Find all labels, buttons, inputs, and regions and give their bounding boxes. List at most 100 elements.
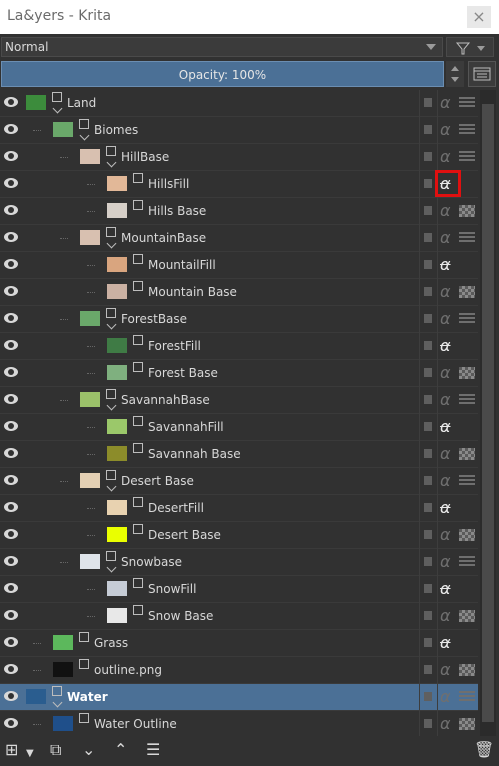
alpha-icon[interactable]: α	[440, 201, 451, 220]
opacity-slider[interactable]: Opacity: 100%	[1, 61, 444, 87]
lock-icon[interactable]	[424, 341, 432, 350]
lock-icon[interactable]	[424, 692, 432, 701]
lock-icon[interactable]	[424, 98, 432, 107]
inherit-alpha-icon[interactable]	[459, 556, 475, 568]
lock-icon[interactable]	[424, 260, 432, 269]
options-button[interactable]	[468, 61, 496, 87]
eye-icon[interactable]	[4, 340, 18, 350]
chevron-down-icon[interactable]	[79, 130, 90, 141]
layer-row[interactable]: ForestFill α	[0, 333, 478, 360]
inherit-alpha-icon[interactable]	[459, 178, 475, 190]
layer-row[interactable]: Grass α	[0, 630, 478, 657]
close-button[interactable]: ×	[467, 6, 491, 28]
trash-icon[interactable]: 🗑	[474, 741, 494, 759]
layer-row[interactable]: MountailFill α	[0, 252, 478, 279]
chevron-down-icon[interactable]: ▼	[26, 745, 34, 763]
inherit-alpha-icon[interactable]	[459, 151, 475, 163]
inherit-alpha-icon[interactable]	[459, 583, 475, 595]
layer-row[interactable]: Snow Base α	[0, 603, 478, 630]
alpha-icon[interactable]: α	[440, 255, 451, 274]
layer-row[interactable]: Water α	[0, 684, 478, 711]
scrollbar[interactable]	[480, 90, 496, 736]
eye-icon[interactable]	[4, 421, 18, 431]
duplicate-icon[interactable]: ⧉	[50, 741, 61, 759]
eye-icon[interactable]	[4, 124, 18, 134]
move-down-icon[interactable]: ⌄	[82, 741, 95, 759]
lock-icon[interactable]	[424, 665, 432, 674]
eye-icon[interactable]	[4, 367, 18, 377]
alpha-icon[interactable]: α	[440, 336, 451, 355]
inherit-alpha-icon[interactable]	[459, 664, 475, 676]
lock-icon[interactable]	[424, 206, 432, 215]
chevron-down-icon[interactable]	[52, 103, 63, 114]
lock-icon[interactable]	[424, 422, 432, 431]
properties-icon[interactable]: ☰	[146, 741, 160, 759]
inherit-alpha-icon[interactable]	[459, 394, 475, 406]
layer-row[interactable]: SavannahBase α	[0, 387, 478, 414]
inherit-alpha-icon[interactable]	[459, 367, 475, 379]
alpha-icon[interactable]: α	[440, 363, 451, 382]
lock-icon[interactable]	[424, 287, 432, 296]
chevron-down-icon[interactable]	[106, 157, 117, 168]
lock-icon[interactable]	[424, 152, 432, 161]
chevron-down-icon[interactable]	[106, 562, 117, 573]
layer-row[interactable]: Savannah Base α	[0, 441, 478, 468]
eye-icon[interactable]	[4, 502, 18, 512]
lock-icon[interactable]	[424, 584, 432, 593]
alpha-icon[interactable]: α	[440, 633, 451, 652]
lock-icon[interactable]	[424, 179, 432, 188]
inherit-alpha-icon[interactable]	[459, 340, 475, 352]
lock-icon[interactable]	[424, 368, 432, 377]
eye-icon[interactable]	[4, 718, 18, 728]
opacity-spinner[interactable]	[446, 61, 464, 87]
layer-row[interactable]: Water Outline α	[0, 711, 478, 736]
eye-icon[interactable]	[4, 610, 18, 620]
inherit-alpha-icon[interactable]	[459, 313, 475, 325]
lock-icon[interactable]	[424, 503, 432, 512]
chevron-down-icon[interactable]	[106, 238, 117, 249]
layer-row[interactable]: SavannahFill α	[0, 414, 478, 441]
eye-icon[interactable]	[4, 178, 18, 188]
eye-icon[interactable]	[4, 664, 18, 674]
alpha-icon[interactable]: α	[440, 606, 451, 625]
lock-icon[interactable]	[424, 638, 432, 647]
eye-icon[interactable]	[4, 97, 18, 107]
alpha-icon[interactable]: α	[440, 417, 451, 436]
inherit-alpha-icon[interactable]	[459, 691, 475, 703]
eye-icon[interactable]	[4, 151, 18, 161]
eye-icon[interactable]	[4, 259, 18, 269]
eye-icon[interactable]	[4, 529, 18, 539]
filter-button[interactable]	[446, 37, 494, 57]
layer-row[interactable]: Hills Base α	[0, 198, 478, 225]
chevron-down-icon[interactable]	[106, 400, 117, 411]
blend-mode-select[interactable]: Normal	[1, 37, 443, 57]
lock-icon[interactable]	[424, 314, 432, 323]
layer-row[interactable]: Desert Base α	[0, 522, 478, 549]
alpha-icon[interactable]: α	[440, 390, 451, 409]
alpha-icon[interactable]: α	[440, 660, 451, 679]
layer-row[interactable]: MountainBase α	[0, 225, 478, 252]
eye-icon[interactable]	[4, 556, 18, 566]
layer-row[interactable]: Land α	[0, 90, 478, 117]
inherit-alpha-icon[interactable]	[459, 502, 475, 514]
lock-icon[interactable]	[424, 395, 432, 404]
layer-row[interactable]: Biomes α	[0, 117, 478, 144]
alpha-icon[interactable]: α	[440, 444, 451, 463]
alpha-icon[interactable]: α	[440, 282, 451, 301]
inherit-alpha-icon[interactable]	[459, 529, 475, 541]
inherit-alpha-icon[interactable]	[459, 205, 475, 217]
alpha-icon[interactable]: α	[440, 579, 451, 598]
inherit-alpha-icon[interactable]	[459, 610, 475, 622]
layer-row[interactable]: HillBase α	[0, 144, 478, 171]
eye-icon[interactable]	[4, 448, 18, 458]
lock-icon[interactable]	[424, 125, 432, 134]
alpha-icon[interactable]: α	[440, 93, 451, 112]
layer-row[interactable]: outline.png α	[0, 657, 478, 684]
layer-row[interactable]: ForestBase α	[0, 306, 478, 333]
inherit-alpha-icon[interactable]	[459, 637, 475, 649]
alpha-icon[interactable]: α	[440, 147, 451, 166]
lock-icon[interactable]	[424, 530, 432, 539]
inherit-alpha-icon[interactable]	[459, 421, 475, 433]
eye-icon[interactable]	[4, 394, 18, 404]
inherit-alpha-icon[interactable]	[459, 286, 475, 298]
